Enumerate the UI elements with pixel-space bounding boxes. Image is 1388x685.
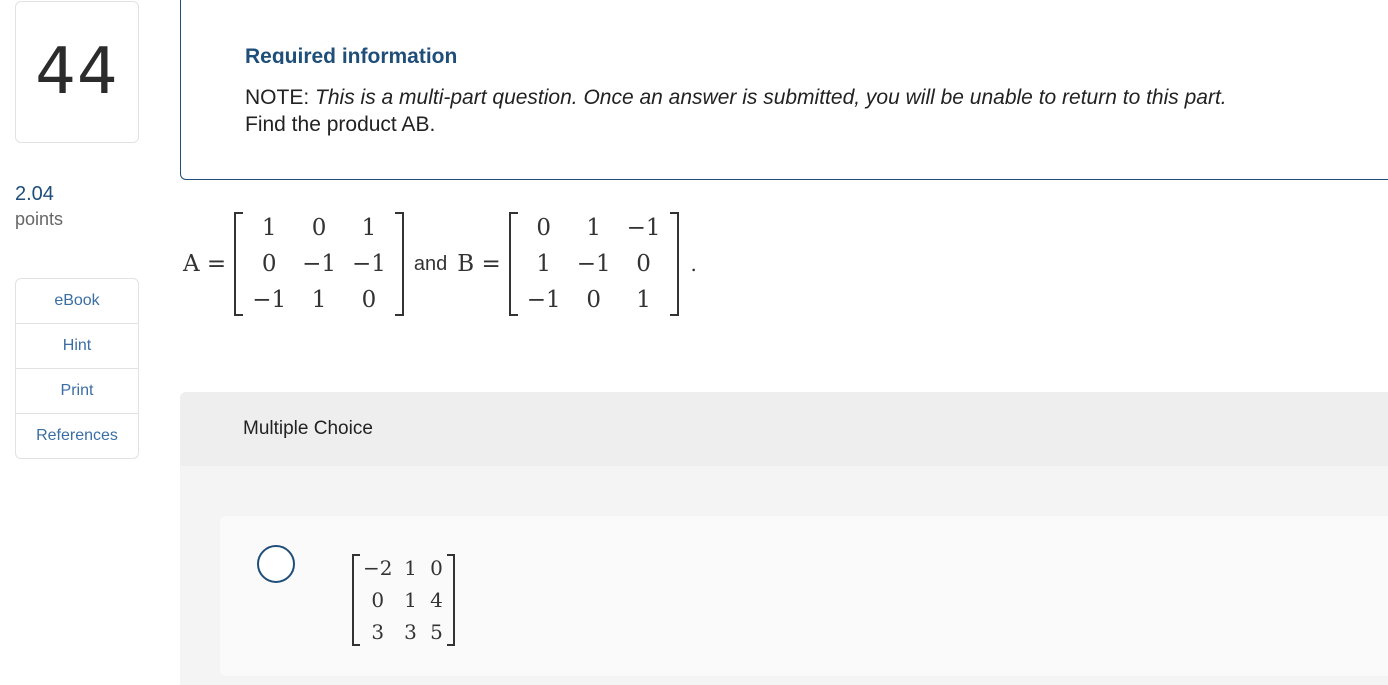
- question-prompt: Find the product AB.: [245, 113, 436, 136]
- hint-link[interactable]: Hint: [16, 324, 138, 369]
- points-value: 2.04: [15, 183, 54, 205]
- matrix-a-cell: 0: [261, 251, 277, 277]
- matrix-a-cell: −1: [252, 287, 287, 313]
- question-number: 44: [35, 35, 119, 109]
- print-link[interactable]: Print: [16, 369, 138, 414]
- multiple-choice-title: Multiple Choice: [243, 418, 373, 439]
- option-1-matrix-wrapper: −2 1 0 0 1 4 3 3 5: [352, 552, 456, 648]
- option-1-cell: 5: [430, 620, 443, 644]
- note-body: This is a multi-part question. Once an a…: [315, 86, 1227, 109]
- matrix-a-cell: −1: [352, 251, 386, 277]
- option-1-cell: 4: [430, 588, 443, 612]
- references-link[interactable]: References: [16, 414, 138, 458]
- equation-period: .: [690, 252, 697, 276]
- option-1-cell: −2: [363, 556, 393, 580]
- matrix-equation: A = 1 0 1 0 −1 −1 −1 1 0 and B = 0 1 −1 …: [183, 207, 697, 321]
- matrix-b-cell: 0: [636, 251, 651, 277]
- matrix-a: 1 0 1 0 −1 −1 −1 1 0: [234, 210, 404, 318]
- matrix-a-cell: 1: [311, 287, 327, 313]
- option-1-cell: 0: [371, 588, 385, 612]
- question-number-box: 44: [15, 1, 139, 143]
- matrix-a-cell: 1: [261, 215, 277, 241]
- matrix-b-cell: 0: [536, 215, 552, 241]
- option-1-cell: 1: [404, 556, 417, 580]
- matrix-a-cell: −1: [302, 251, 337, 277]
- matrix-a-cell: 1: [361, 215, 377, 241]
- option-1-matrix: −2 1 0 0 1 4 3 3 5: [352, 552, 456, 648]
- matrix-b-cell: −1: [526, 287, 561, 313]
- note-text: NOTE: This is a multi-part question. Onc…: [245, 86, 1227, 110]
- option-1-cell: 3: [371, 620, 385, 644]
- tools-list: eBook Hint Print References: [15, 278, 139, 459]
- matrix-a-cell: 0: [361, 287, 377, 313]
- option-1-cell: 3: [404, 620, 417, 644]
- option-1-radio[interactable]: [257, 545, 295, 583]
- ebook-link[interactable]: eBook: [16, 279, 138, 324]
- matrix-b-label: B =: [457, 251, 501, 277]
- matrix-b-cell: 1: [586, 215, 601, 241]
- matrix-b: 0 1 −1 1 −1 0 −1 0 1: [508, 210, 679, 318]
- option-1-cell: 1: [404, 588, 417, 612]
- matrix-a-cell: 0: [311, 215, 327, 241]
- note-prefix: NOTE:: [245, 86, 310, 109]
- required-info-title: Required information: [245, 45, 458, 64]
- and-text: and: [413, 252, 448, 275]
- points-label: points: [15, 209, 64, 229]
- matrix-b-cell: −1: [626, 215, 661, 241]
- matrix-b-cell: 1: [636, 287, 651, 313]
- matrix-b-cell: −1: [576, 251, 611, 277]
- matrix-b-cell: 1: [536, 251, 552, 277]
- matrix-a-label: A =: [183, 251, 227, 277]
- matrix-b-cell: 0: [586, 287, 601, 313]
- option-1-cell: 0: [430, 556, 443, 580]
